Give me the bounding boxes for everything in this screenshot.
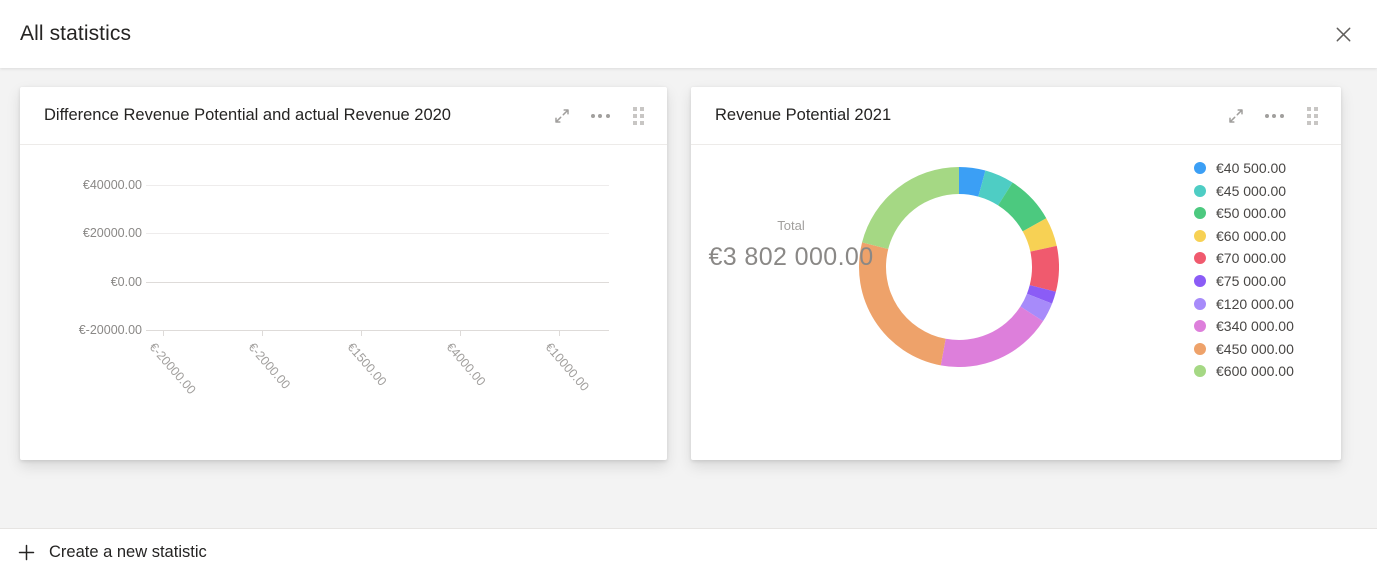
dots-glyph (590, 113, 610, 118)
legend-item[interactable]: €340 000.00 (1194, 318, 1294, 334)
card-body-bar: €40000.00 €20000.00 €0.00 €-20000.00 €-2000… (20, 145, 667, 459)
card-body-donut: Total €3 802 000.00 €40 500.00 €45 000.00… (691, 145, 1341, 459)
legend-item-label: €60 000.00 (1216, 227, 1287, 244)
legend-item[interactable]: €45 000.00 (1194, 183, 1294, 199)
legend-item-label: €340 000.00 (1216, 318, 1294, 335)
expand-icon[interactable] (1225, 105, 1247, 127)
legend-swatch-icon (1194, 320, 1206, 333)
legend-item[interactable]: €120 000.00 (1194, 296, 1294, 312)
legend-swatch-icon (1194, 229, 1206, 242)
bar-chart-x-tick (559, 330, 561, 336)
more-options-icon[interactable] (589, 105, 611, 127)
bar-chart-gridline (146, 233, 609, 235)
expand-icon[interactable] (551, 105, 573, 127)
bar-chart-y-tick-label: €-20000.00 (78, 323, 142, 337)
dialog-header: All statistics (0, 0, 1377, 68)
drag-handle-icon[interactable] (627, 105, 649, 127)
dots-glyph (1264, 113, 1284, 118)
legend-item-label: €40 500.00 (1216, 160, 1287, 176)
legend-item[interactable]: €70 000.00 (1194, 250, 1294, 266)
legend-swatch-icon (1194, 297, 1206, 310)
bar-chart-y-axis: €40000.00 €20000.00 €0.00 €-20000.00 (20, 145, 142, 459)
bar-chart-y-tick-label: €20000.00 (82, 226, 142, 241)
legend-item-label: €45 000.00 (1216, 182, 1287, 199)
donut-chart: Total €3 802 000.00 €40 500.00 €45 000.00… (691, 145, 1341, 459)
bar-chart-y-tick-label: €40000.00 (82, 178, 142, 192)
legend-item[interactable]: €40 500.00 (1194, 160, 1294, 176)
legend-item-label: €450 000.00 (1216, 340, 1294, 357)
legend-item[interactable]: €50 000.00 (1194, 205, 1294, 221)
legend-item[interactable]: €60 000.00 (1194, 228, 1294, 244)
bar-chart-gridline (146, 185, 609, 186)
bar-chart-x-tick (360, 330, 362, 336)
legend-item[interactable]: €450 000.00 (1194, 341, 1294, 357)
card-header-donut: Revenue Potential 2021 (691, 87, 1341, 145)
legend-item-label: €120 000.00 (1216, 295, 1294, 312)
statistic-card-bar: Difference Revenue Potential and actual … (20, 87, 667, 460)
legend-item-label: €600 000.00 (1216, 363, 1294, 380)
close-icon[interactable] (1323, 14, 1363, 54)
legend-swatch-icon (1194, 252, 1206, 265)
drag-handle-icon[interactable] (1301, 105, 1323, 127)
legend-swatch-icon (1194, 184, 1206, 197)
donut-segment[interactable] (940, 306, 1044, 367)
all-statistics-dialog: All statistics Difference Revenue Potent… (0, 0, 1377, 576)
create-new-statistic-label: Create a new statistic (49, 543, 207, 561)
legend-item-label: €75 000.00 (1216, 272, 1287, 289)
legend-swatch-icon (1194, 162, 1206, 174)
legend-swatch-icon (1194, 365, 1206, 378)
card-title: Difference Revenue Potential and actual … (44, 106, 451, 124)
legend-item-label: €50 000.00 (1216, 205, 1287, 222)
plus-icon (18, 544, 35, 561)
grid-glyph (632, 106, 644, 125)
bar-chart-gridline (146, 281, 609, 283)
bar-chart-x-tick (162, 330, 164, 336)
donut-total-value: €3 802 000.00 (708, 243, 874, 271)
donut-legend: €40 500.00 €45 000.00 €50 000.00 €60 000.00… (1194, 160, 1294, 379)
grid-glyph (1306, 106, 1318, 125)
donut-segment[interactable] (1029, 245, 1059, 292)
donut-total-label: Total (777, 218, 805, 233)
legend-swatch-icon (1194, 342, 1206, 355)
card-header-bar: Difference Revenue Potential and actual … (20, 87, 667, 145)
bar-chart: €40000.00 €20000.00 €0.00 €-20000.00 €-2000… (20, 145, 667, 459)
more-options-icon[interactable] (1263, 105, 1285, 127)
create-new-statistic-button[interactable]: Create a new statistic (18, 543, 207, 562)
legend-item[interactable]: €75 000.00 (1194, 273, 1294, 289)
legend-item[interactable]: €600 000.00 (1194, 363, 1294, 379)
bar-chart-plot-area (146, 145, 609, 459)
statistics-canvas: Difference Revenue Potential and actual … (0, 68, 1377, 528)
legend-item-label: €70 000.00 (1216, 250, 1287, 267)
statistic-card-donut: Revenue Potential 2021 Total €3 802 000.… (691, 87, 1341, 460)
page-title: All statistics (20, 22, 132, 45)
bar-chart-x-tick (460, 330, 462, 336)
bar-chart-y-tick-label: €0.00 (110, 274, 142, 289)
donut-segment[interactable] (859, 242, 946, 366)
bar-chart-gridline (146, 330, 609, 331)
bar-chart-x-tick (261, 330, 263, 336)
card-title: Revenue Potential 2021 (715, 106, 892, 124)
dialog-footer: Create a new statistic (0, 528, 1377, 576)
card-actions (551, 105, 649, 127)
donut-segment[interactable] (862, 167, 959, 250)
legend-swatch-icon (1194, 207, 1206, 220)
card-actions (1225, 105, 1323, 127)
legend-swatch-icon (1194, 274, 1206, 287)
donut-ring[interactable] (859, 167, 1059, 367)
